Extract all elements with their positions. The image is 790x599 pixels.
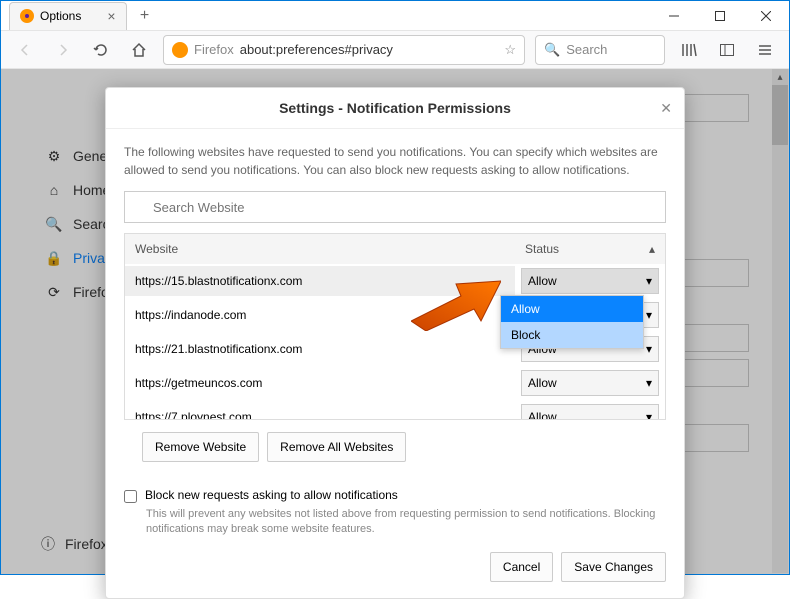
- search-bar[interactable]: 🔍 Search: [535, 35, 665, 65]
- chevron-down-icon: ▾: [646, 274, 652, 288]
- chevron-down-icon: ▾: [646, 308, 652, 322]
- status-dropdown: Allow Block: [500, 295, 644, 349]
- back-button[interactable]: [11, 36, 39, 64]
- site-url: https://getmeuncos.com: [125, 368, 515, 398]
- status-select[interactable]: Allow▾: [521, 404, 659, 419]
- dropdown-option-allow[interactable]: Allow: [501, 296, 643, 322]
- chevron-down-icon: ▾: [646, 342, 652, 356]
- url-bar[interactable]: Firefox about:preferences#privacy ☆: [163, 35, 525, 65]
- dialog-title: Settings - Notification Permissions: [279, 100, 511, 116]
- remove-website-button[interactable]: Remove Website: [142, 432, 259, 462]
- search-icon: 🔍: [544, 42, 560, 58]
- status-select[interactable]: Allow▾: [521, 370, 659, 396]
- table-row[interactable]: https://getmeuncos.com Allow▾: [125, 366, 665, 400]
- cancel-button[interactable]: Cancel: [490, 552, 553, 582]
- firefox-icon: [20, 9, 34, 23]
- chevron-down-icon: ▾: [646, 376, 652, 390]
- table-row[interactable]: https://7.ploynest.com Allow▾: [125, 400, 665, 419]
- library-button[interactable]: [675, 36, 703, 64]
- save-changes-button[interactable]: Save Changes: [561, 552, 666, 582]
- block-new-requests-label[interactable]: Block new requests asking to allow notif…: [145, 488, 398, 502]
- column-website[interactable]: Website: [125, 234, 515, 264]
- bookmark-star-icon[interactable]: ☆: [504, 42, 516, 58]
- modal-overlay: Settings - Notification Permissions ✕ Th…: [1, 69, 789, 574]
- titlebar: Options × +: [1, 1, 789, 31]
- status-select[interactable]: Allow ▾: [521, 268, 659, 294]
- home-button[interactable]: [125, 36, 153, 64]
- column-status[interactable]: Status ▴: [515, 234, 665, 264]
- search-placeholder: Search: [566, 42, 607, 57]
- browser-tab[interactable]: Options ×: [9, 2, 127, 30]
- close-tab-icon[interactable]: ×: [107, 8, 115, 24]
- annotation-arrow-icon: [411, 276, 501, 336]
- window-close-button[interactable]: [743, 1, 789, 31]
- toolbar: Firefox about:preferences#privacy ☆ 🔍 Se…: [1, 31, 789, 69]
- reload-button[interactable]: [87, 36, 115, 64]
- table-row[interactable]: https://15.blastnotificationx.com Allow …: [125, 264, 665, 298]
- url-brand: Firefox: [194, 42, 234, 57]
- search-website-input[interactable]: [124, 191, 666, 223]
- notification-permissions-dialog: Settings - Notification Permissions ✕ Th…: [105, 87, 685, 599]
- new-tab-button[interactable]: +: [133, 4, 157, 28]
- minimize-button[interactable]: [651, 1, 697, 31]
- site-url: https://21.blastnotificationx.com: [125, 334, 515, 364]
- firefox-icon: [172, 42, 188, 58]
- dropdown-option-block[interactable]: Block: [501, 322, 643, 348]
- remove-all-websites-button[interactable]: Remove All Websites: [267, 432, 406, 462]
- tab-title: Options: [40, 9, 81, 23]
- dialog-close-button[interactable]: ✕: [660, 100, 672, 117]
- dialog-description: The following websites have requested to…: [124, 143, 666, 179]
- block-new-requests-checkbox[interactable]: [124, 490, 137, 503]
- menu-button[interactable]: [751, 36, 779, 64]
- site-permissions-table: Website Status ▴ https://15.blastnotific…: [124, 233, 666, 420]
- sort-icon: ▴: [649, 242, 655, 256]
- block-new-requests-description: This will prevent any websites not liste…: [106, 507, 684, 538]
- site-url: https://7.ploynest.com: [125, 402, 515, 419]
- maximize-button[interactable]: [697, 1, 743, 31]
- forward-button[interactable]: [49, 36, 77, 64]
- url-text: about:preferences#privacy: [240, 42, 499, 57]
- sidebar-button[interactable]: [713, 36, 741, 64]
- chevron-down-icon: ▾: [646, 410, 652, 419]
